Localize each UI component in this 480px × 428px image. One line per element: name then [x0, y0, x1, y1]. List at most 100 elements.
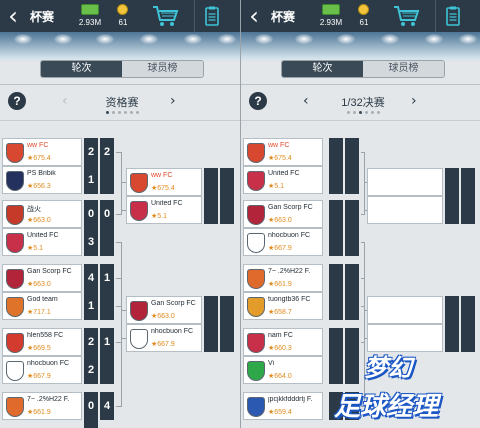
tab-player-rankings[interactable]: 球员榜: [363, 61, 444, 77]
team-card[interactable]: United FC ★5.1: [243, 166, 323, 194]
team-name: 战火: [27, 206, 41, 213]
team-card[interactable]: nhocbuon FC ★667.9: [243, 228, 323, 256]
score-box: 1: [100, 328, 114, 356]
back-arrow-icon[interactable]: ‹: [241, 0, 267, 32]
team-card[interactable]: 战火 ★663.0: [2, 200, 82, 228]
help-icon[interactable]: ?: [249, 92, 267, 110]
team-card[interactable]: ww FC ★675.4: [126, 168, 202, 196]
team-rating: ★669.5: [27, 345, 51, 352]
team-name: jpcjkkfdddrtj F.: [268, 396, 313, 403]
score-box: 3: [84, 228, 98, 256]
page-dot: [117, 111, 121, 114]
team-rating: ★675.4: [151, 185, 175, 192]
help-icon[interactable]: ?: [8, 92, 26, 110]
team-name: Vi: [268, 360, 275, 367]
team-crest-icon: [6, 361, 24, 381]
team-card[interactable]: nhocbuon FC ★667.9: [2, 356, 82, 384]
shopping-cart-icon[interactable]: [138, 0, 194, 32]
team-card[interactable]: nam FC ★660.3: [243, 328, 323, 356]
team-card[interactable]: Gan Scorp FC ★663.0: [243, 200, 323, 228]
team-crest-icon: [130, 173, 148, 193]
team-card[interactable]: jpcjkkfdddrtj F. ★659.4: [243, 392, 323, 420]
team-card[interactable]: United FC ★5.1: [126, 196, 202, 224]
team-rating: ★675.4: [27, 155, 51, 162]
back-arrow-icon[interactable]: ‹: [0, 0, 26, 32]
score-box: 0: [100, 200, 114, 228]
score-box: 4: [84, 264, 98, 292]
team-crest-icon: [6, 269, 24, 289]
bracket-line: [116, 214, 122, 215]
coin-icon: [358, 4, 369, 15]
team-name: hlen558 FC: [27, 332, 64, 339]
team-card[interactable]: 7~ .2%H22 F. ★661.9: [243, 264, 323, 292]
team-card[interactable]: Gan Scorp FC ★663.0: [126, 296, 202, 324]
bracket-line: [121, 342, 122, 406]
score-box: [204, 324, 218, 352]
team-card[interactable]: God team ★717.1: [2, 292, 82, 320]
team-card[interactable]: ww FC ★675.4: [243, 138, 323, 166]
money-icon: [322, 4, 340, 15]
team-rating: ★5.1: [268, 183, 285, 190]
round-page-dots: [333, 111, 393, 117]
score-box: [220, 196, 234, 224]
score-box: 2: [84, 138, 98, 166]
team-card[interactable]: hlen558 FC ★669.5: [2, 328, 82, 356]
score-box: [445, 296, 459, 324]
team-card[interactable]: Gan Scorp FC ★663.0: [2, 264, 82, 292]
team-rating: ★661.9: [27, 409, 51, 416]
view-tabs: 轮次 球员榜: [40, 60, 204, 78]
divider: [241, 120, 480, 121]
score-box: [329, 166, 343, 194]
tab-rounds[interactable]: 轮次: [282, 61, 363, 77]
prev-round-icon[interactable]: ‹: [62, 92, 68, 110]
team-card[interactable]: Vi ★664.0: [243, 356, 323, 384]
team-name: Gan Scorp FC: [268, 204, 313, 211]
team-name: Gan Scorp FC: [27, 268, 72, 275]
team-card[interactable]: 7~ .2%H22 F. ★661.9: [2, 392, 82, 420]
score-box: [100, 166, 114, 194]
team-card[interactable]: United FC ★5.1: [2, 228, 82, 256]
clipboard-icon[interactable]: [194, 0, 228, 32]
team-crest-icon: [130, 301, 148, 321]
score-box: [345, 264, 359, 292]
top-bar: ‹ 杯赛 2.93M 61: [241, 0, 480, 32]
page-dot: [358, 111, 362, 114]
score-box: [445, 168, 459, 196]
tab-player-rankings[interactable]: 球员榜: [122, 61, 203, 77]
bracket-line: [116, 406, 122, 407]
shopping-cart-icon[interactable]: [379, 0, 435, 32]
team-name: 7~ .2%H22 F.: [27, 396, 70, 403]
score-box: [329, 228, 343, 256]
tab-rounds[interactable]: 轮次: [41, 61, 122, 77]
next-round-icon[interactable]: ›: [411, 92, 417, 110]
team-crest-icon: [247, 397, 265, 417]
team-crest-icon: [6, 333, 24, 353]
view-tabs: 轮次 球员榜: [281, 60, 445, 78]
next-round-icon[interactable]: ›: [170, 92, 176, 110]
score-box: [445, 196, 459, 224]
prev-round-icon[interactable]: ‹: [303, 92, 309, 110]
score-box: [100, 228, 114, 256]
score-box: [204, 196, 218, 224]
team-card[interactable]: tuongtb36 FC ★658.7: [243, 292, 323, 320]
page-dot: [105, 111, 109, 114]
money-icon: [81, 4, 99, 15]
team-name: nhocbuon FC: [268, 232, 311, 239]
left-screen: ‹ 杯赛 2.93M 61 轮次 球员榜 ? ‹ 资格赛 › ww FC ★67…: [0, 0, 240, 428]
team-card[interactable]: ww FC ★675.4: [2, 138, 82, 166]
team-card[interactable]: PS Bribik ★656.3: [2, 166, 82, 194]
score-box: [220, 324, 234, 352]
team-rating: ★667.9: [151, 341, 175, 348]
team-card[interactable]: nhocbuon FC ★667.9: [126, 324, 202, 352]
empty-team-slot: [367, 196, 443, 224]
clipboard-icon[interactable]: [435, 0, 469, 32]
coin-value: 61: [118, 18, 128, 27]
score-box: [204, 296, 218, 324]
money-value: 2.93M: [78, 18, 102, 27]
page-dot: [129, 111, 133, 114]
score-box: 1: [100, 264, 114, 292]
bracket-line: [121, 210, 126, 211]
score-box: 2: [84, 420, 98, 428]
top-bar: ‹ 杯赛 2.93M 61: [0, 0, 240, 32]
team-rating: ★656.3: [27, 183, 51, 190]
